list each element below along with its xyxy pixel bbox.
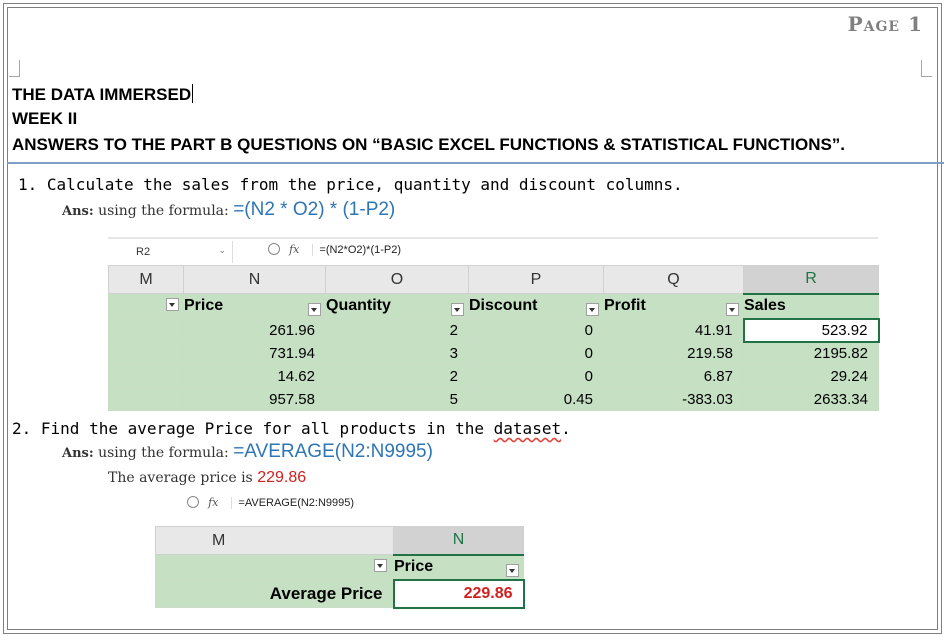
fx-icon[interactable]: fx: [289, 243, 299, 256]
field-header-row: Price Quantity Discount Profit Sales: [108, 293, 879, 319]
spellcheck-word: dataset: [493, 419, 562, 438]
header-cell-price[interactable]: Price: [183, 293, 326, 319]
question-2: 2. Find the average Price for all produc…: [12, 419, 571, 438]
cell[interactable]: [108, 318, 184, 342]
cell[interactable]: 2633.34: [743, 387, 879, 411]
column-header-row: M N O P Q R: [108, 265, 879, 295]
column-header-p[interactable]: P: [468, 265, 604, 294]
cell[interactable]: [108, 341, 184, 365]
cell[interactable]: [108, 364, 184, 388]
column-header-n[interactable]: N: [393, 526, 524, 556]
text-cursor: [192, 84, 194, 103]
average-result: The average price is 229.86: [108, 469, 307, 486]
formula-area: fx =AVERAGE(N2:N9995): [187, 496, 355, 509]
header-cell-discount[interactable]: Discount: [468, 293, 604, 319]
formula-area: fx =(N2*O2)*(1-P2): [268, 243, 402, 256]
cell[interactable]: 2: [325, 364, 469, 388]
table-row: Average Price 229.86: [155, 578, 525, 609]
cell[interactable]: 6.87: [603, 364, 744, 388]
doc-title[interactable]: THE DATA IMMERSED: [12, 84, 194, 105]
filter-dropdown-icon[interactable]: [308, 302, 321, 316]
column-header-q[interactable]: Q: [603, 265, 744, 294]
table-row: 14.62 2 0 6.87 29.24: [108, 364, 879, 388]
heading-divider: [7, 162, 944, 164]
table-row: 957.58 5 0.45 -383.03 2633.34: [108, 387, 879, 411]
header-cell-sales[interactable]: Sales: [743, 293, 879, 319]
formula-text[interactable]: =AVERAGE(N2:N9995): [231, 497, 355, 509]
cell[interactable]: -383.03: [603, 387, 744, 411]
zoom-icon[interactable]: [187, 496, 199, 508]
answer-2-formula: =AVERAGE(N2:N9995): [233, 441, 433, 462]
header-cell-profit[interactable]: Profit: [603, 293, 744, 319]
cell[interactable]: 2: [325, 318, 469, 342]
cell[interactable]: 261.96: [183, 318, 326, 342]
active-cell[interactable]: 229.86: [392, 578, 525, 609]
cell[interactable]: 0.45: [468, 387, 604, 411]
answer-2: Ans: using the formula: =AVERAGE(N2:N999…: [62, 441, 433, 462]
page-number-label: Page 1: [847, 12, 923, 36]
cell[interactable]: 0: [468, 364, 604, 388]
filter-dropdown-icon[interactable]: [451, 302, 464, 316]
answer-1: Ans: using the formula: =(N2 * O2) * (1-…: [62, 199, 396, 220]
doc-heading: ANSWERS TO THE PART B QUESTIONS ON “BASI…: [12, 135, 846, 154]
formula-bar-1: R2 ⌄ fx =(N2*O2)*(1-P2): [108, 237, 878, 265]
field-header-row: Price: [155, 554, 524, 580]
filter-dropdown-icon[interactable]: [166, 298, 179, 311]
cell[interactable]: 5: [325, 387, 469, 411]
cell[interactable]: 219.58: [603, 341, 744, 365]
header-cell-m: [108, 293, 184, 319]
cell[interactable]: 0: [468, 341, 604, 365]
doc-subtitle: WEEK II: [12, 109, 78, 128]
formula-text[interactable]: =(N2*O2)*(1-P2): [312, 244, 402, 256]
cell[interactable]: 731.94: [183, 341, 326, 365]
zoom-icon[interactable]: [268, 243, 280, 255]
sheet-grid-1: M N O P Q R Price Quantity Discount Prof…: [108, 265, 880, 411]
average-value: 229.86: [257, 469, 307, 486]
cell[interactable]: [108, 387, 184, 411]
header-cell-m: [155, 554, 394, 580]
question-1: 1. Calculate the sales from the price, q…: [18, 175, 683, 194]
sheet-grid-2: M N Price Average Price 229.86: [155, 526, 525, 609]
cell[interactable]: 29.24: [743, 364, 879, 388]
name-box[interactable]: R2 ⌄: [108, 241, 233, 263]
cell[interactable]: 2195.82: [743, 341, 879, 365]
answer-1-formula: =(N2 * O2) * (1-P2): [233, 199, 396, 220]
margin-corner-right: [921, 60, 932, 77]
fx-icon[interactable]: fx: [208, 496, 218, 509]
table-row: 731.94 3 0 219.58 2195.82: [108, 341, 879, 365]
column-header-r[interactable]: R: [743, 265, 879, 295]
formula-bar-2: fx =AVERAGE(N2:N9995): [155, 492, 525, 518]
column-header-o[interactable]: O: [325, 265, 469, 294]
filter-dropdown-icon[interactable]: [586, 302, 599, 316]
cell[interactable]: 957.58: [183, 387, 326, 411]
cell[interactable]: 41.91: [603, 318, 744, 342]
filter-dropdown-icon[interactable]: [506, 563, 519, 577]
table-row: 261.96 2 0 41.91 523.92: [108, 317, 880, 343]
cell[interactable]: 3: [325, 341, 469, 365]
column-header-m[interactable]: M: [108, 265, 184, 294]
header-cell-price[interactable]: Price: [393, 554, 524, 580]
header-cell-quantity[interactable]: Quantity: [325, 293, 469, 319]
cell[interactable]: 14.62: [183, 364, 326, 388]
column-header-row: M N: [155, 526, 524, 556]
column-header-m[interactable]: M: [155, 526, 394, 555]
active-cell[interactable]: 523.92: [742, 317, 880, 343]
average-price-label[interactable]: Average Price: [155, 579, 394, 608]
margin-corner-left: [9, 60, 20, 77]
column-header-n[interactable]: N: [183, 265, 326, 294]
chevron-down-icon[interactable]: ⌄: [218, 245, 226, 256]
filter-dropdown-icon[interactable]: [374, 559, 387, 572]
cell[interactable]: 0: [468, 318, 604, 342]
filter-dropdown-icon[interactable]: [726, 302, 739, 316]
